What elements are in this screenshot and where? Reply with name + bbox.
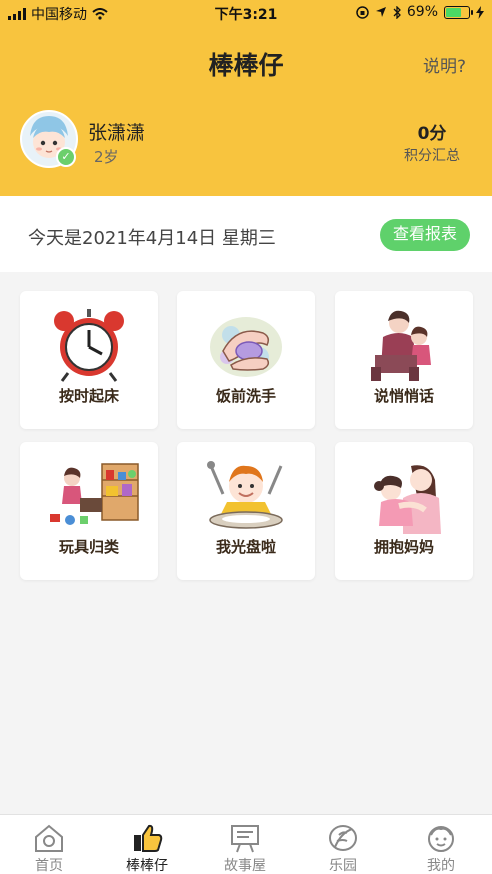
- today-date: 今天是2021年4月14日 星期三: [28, 228, 276, 249]
- toy-shelf-icon: [50, 463, 139, 525]
- page-title: 棒棒仔: [208, 51, 284, 80]
- task-label: 拥抱妈妈: [373, 538, 434, 556]
- task-label: 饭前洗手: [215, 387, 276, 405]
- task-label: 按时起床: [58, 387, 119, 405]
- tab-label: 故事屋: [224, 858, 266, 874]
- task-card-wash-hands[interactable]: 饭前洗手: [177, 291, 315, 429]
- user-age: 2岁: [94, 148, 119, 166]
- hand-washing-icon: [210, 317, 282, 377]
- alarm-clock-icon: [54, 309, 124, 382]
- score-value[interactable]: 0分: [380, 119, 484, 144]
- task-label: 说悄悄话: [373, 387, 434, 405]
- bottom-tab-bar: 首页 棒棒仔 故事屋 乐园 我的: [0, 814, 492, 874]
- tab-bangbangzai[interactable]: 棒棒仔: [98, 815, 196, 874]
- rotation-lock-icon: [356, 5, 369, 19]
- task-card-whisper[interactable]: 说悄悄话: [335, 291, 473, 429]
- tab-label: 乐园: [329, 858, 357, 874]
- hug-mom-icon: [374, 465, 441, 534]
- child-face-icon: [428, 826, 454, 852]
- verified-check-icon: ✓: [56, 147, 76, 167]
- tab-label: 我的: [427, 858, 455, 874]
- task-card-clean-plate[interactable]: 我光盘啦: [177, 442, 315, 580]
- bluetooth-icon: [393, 5, 401, 19]
- task-label: 玩具归类: [58, 538, 119, 556]
- thumbs-up-icon: [134, 824, 163, 852]
- battery-icon: [444, 5, 473, 19]
- charging-icon: [476, 5, 484, 19]
- whisper-icon: [371, 310, 431, 381]
- tab-mine[interactable]: 我的: [392, 815, 490, 874]
- leaf-icon: [329, 825, 357, 851]
- status-bar: 中国移动 下午3:21 69%: [0, 0, 492, 26]
- task-label: 我光盘啦: [215, 538, 276, 556]
- battery-percent: 69%: [406, 4, 438, 20]
- clean-plate-icon: [207, 461, 283, 529]
- task-card-wake-up[interactable]: 按时起床: [20, 291, 158, 429]
- home-icon: [35, 824, 63, 852]
- tab-park[interactable]: 乐园: [294, 815, 392, 874]
- help-link[interactable]: 说明?: [423, 52, 466, 77]
- header-background: [0, 0, 492, 196]
- story-board-icon: [231, 825, 259, 853]
- user-name: 张潇潇: [88, 122, 146, 144]
- location-icon: [375, 7, 386, 17]
- score-summary-label[interactable]: 积分汇总: [380, 145, 484, 165]
- tab-label: 棒棒仔: [126, 858, 168, 874]
- view-report-button[interactable]: 查看报表: [380, 219, 470, 251]
- task-card-hug-mom[interactable]: 拥抱妈妈: [335, 442, 473, 580]
- tab-label: 首页: [35, 858, 63, 874]
- tab-home[interactable]: 首页: [0, 815, 98, 874]
- tab-story-house[interactable]: 故事屋: [196, 815, 294, 874]
- task-card-tidy-toys[interactable]: 玩具归类: [20, 442, 158, 580]
